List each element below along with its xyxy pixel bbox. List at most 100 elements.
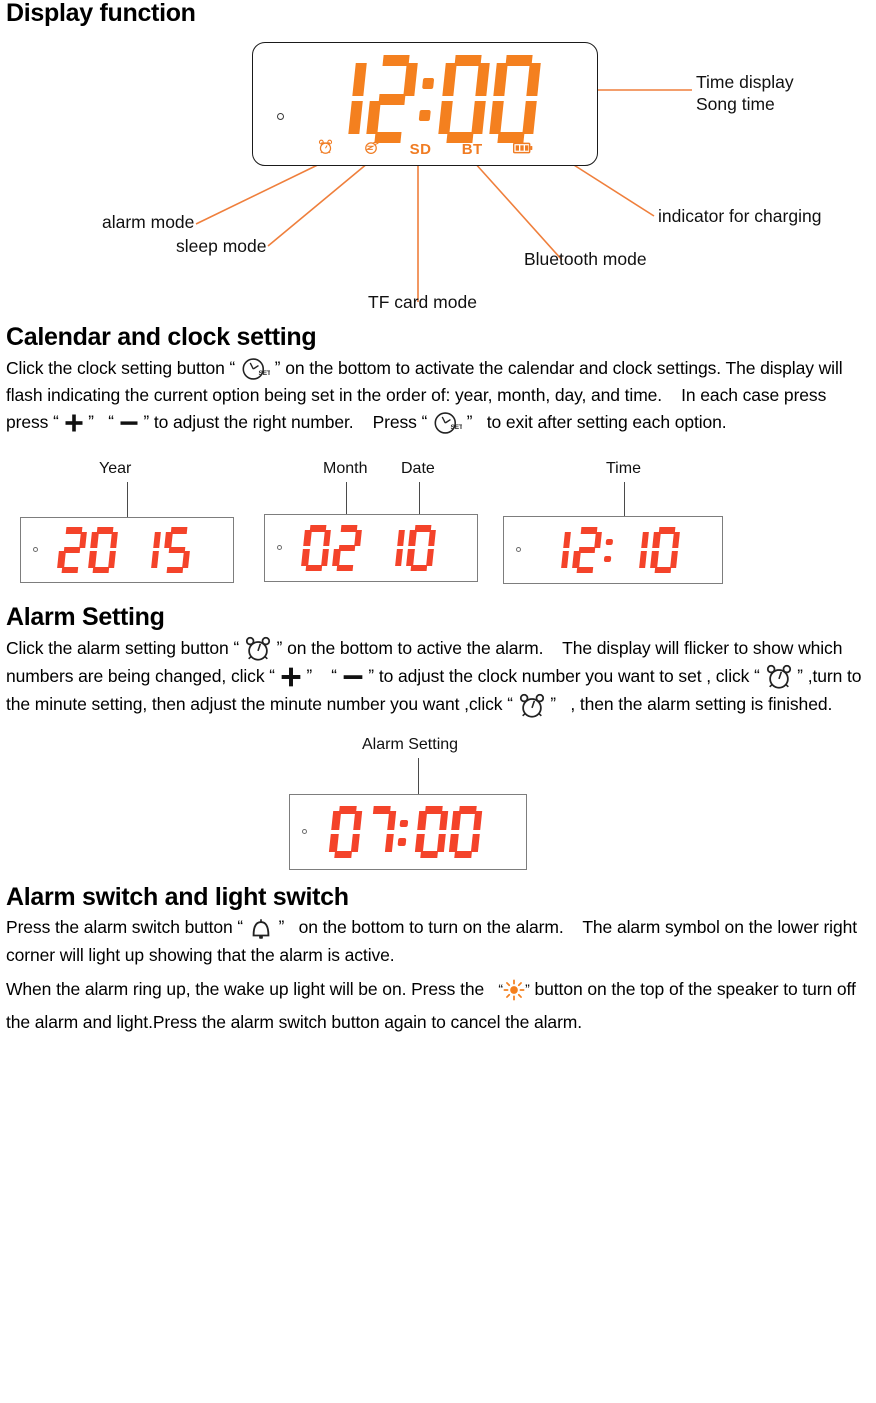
segment-d: [410, 564, 427, 572]
heading-display-function: Display function: [6, 0, 196, 27]
lcd-time-display: [319, 55, 544, 144]
quote-close-6: ”: [306, 666, 313, 686]
plus-icon-2: [280, 664, 302, 691]
seven-segment-digit: [130, 527, 161, 573]
caption-time: Time: [606, 460, 641, 478]
segment-f: [331, 811, 342, 830]
quote-open-2: “: [53, 411, 59, 431]
seven-segment-digit: [405, 525, 436, 572]
quote-close-2: ”: [88, 411, 94, 431]
as-text-4: to adjust the clock number you want to s…: [378, 666, 750, 687]
month-date-panel: [264, 514, 478, 583]
seven-segment-digit: [332, 525, 363, 572]
segment-g: [64, 547, 81, 554]
year-panel: [20, 517, 234, 584]
seven-segment-digit: [650, 527, 681, 574]
caption-date: Date: [401, 460, 435, 478]
lcd-status-indicators: SD BT: [318, 139, 533, 160]
callout-indicator-for-charging: indicator for charging: [658, 206, 822, 227]
quote-open-7: “: [331, 666, 337, 686]
segment-e: [438, 101, 453, 135]
segment-f: [450, 811, 461, 830]
heading-alarm-light-switch: Alarm switch and light switch: [6, 882, 349, 911]
segment-f: [493, 62, 508, 96]
segment-b: [403, 62, 418, 96]
calendar-panels-diagram: Year Month Date Time: [6, 454, 870, 604]
alarm-clock-icon-3: [518, 692, 546, 720]
caption-year: Year: [99, 460, 132, 478]
segment-c: [384, 833, 395, 852]
segment-f: [416, 811, 427, 830]
seven-segment-digit: [488, 55, 541, 144]
wake-light-paragraph: When the alarm ring up, the wake up ligh…: [6, 973, 870, 1039]
seven-segment-colon: [397, 806, 411, 858]
alarm-clock-icon-2: [765, 663, 793, 691]
bt-indicator: BT: [461, 141, 483, 159]
segment-g: [168, 547, 185, 554]
alarm-clock-icon: [244, 635, 272, 663]
segment-d: [419, 850, 438, 858]
segment-b: [438, 811, 448, 830]
segment-b: [352, 62, 367, 96]
quote-open-4: “: [421, 411, 428, 431]
cc-text-4: to adjust the right number.: [153, 411, 354, 432]
seven-segment-digit: [541, 527, 572, 573]
heading-alarm-setting: Alarm Setting: [6, 603, 165, 632]
seven-segment-digit: [329, 805, 363, 858]
quote-open-8: “: [754, 666, 760, 686]
time-digits: [541, 527, 683, 574]
svg-text:SET: SET: [450, 424, 462, 431]
seven-segment-digit: [619, 527, 650, 573]
callout-alarm-mode: alarm mode: [102, 212, 195, 233]
segment-d: [305, 564, 323, 572]
caption-month: Month: [323, 460, 368, 478]
segment-e: [448, 833, 458, 852]
quote-close-4: ”: [466, 411, 473, 431]
segment-c: [350, 833, 361, 852]
seven-segment-digit: [363, 805, 397, 858]
seven-segment-digit: [365, 55, 418, 144]
callout-sleep-mode: sleep mode: [176, 236, 267, 257]
als-text-1: Press the alarm switch button: [6, 917, 233, 938]
quote-open-5: “: [233, 637, 240, 657]
segment-b: [387, 811, 397, 830]
colon-dot: [399, 819, 409, 827]
seven-segment-digit: [437, 55, 490, 144]
segment-f: [442, 62, 457, 96]
seven-segment-digit: [448, 805, 482, 858]
quote-open-10: “: [237, 917, 244, 937]
tick-year: [127, 482, 129, 523]
main-lcd-panel: SD BT: [252, 42, 598, 167]
minus-icon-2: [342, 664, 364, 691]
segment-b: [353, 811, 363, 830]
segment-b: [472, 811, 482, 830]
display-function-diagram: SD BT Time display Song time indicator f…: [6, 34, 870, 324]
bell-icon: [248, 915, 274, 942]
year-digits: [57, 527, 195, 574]
seven-segment-time: [319, 55, 544, 144]
segment-c: [522, 101, 537, 135]
segment-c: [436, 833, 446, 852]
sleep-indicator-icon: [363, 140, 379, 160]
als-text-4: When the alarm ring up, the wake up ligh…: [6, 978, 485, 999]
heading-calendar-clock: Calendar and clock setting: [6, 323, 317, 352]
segment-g: [378, 93, 406, 105]
battery-indicator-icon: [512, 141, 533, 159]
seven-segment-colon: [416, 55, 437, 143]
seven-segment-digit: [572, 527, 603, 574]
alarm-setting-paragraph: Click the alarm setting button “ ” on th…: [6, 635, 870, 720]
seven-segment-digit: [301, 525, 332, 572]
callout-tf-card-mode: TF card mode: [368, 292, 477, 313]
alarm-switch-paragraph: Press the alarm switch button “ ” on the…: [6, 914, 870, 968]
cc-text-5: Press: [372, 411, 417, 432]
clock-set-icon-2: SET: [432, 410, 463, 437]
seven-segment-digit: [161, 527, 192, 574]
document-page: Display function SD BT Time display Song…: [0, 0, 876, 1042]
seven-segment-digit: [374, 525, 405, 571]
segment-b: [526, 62, 541, 96]
segment-c: [471, 101, 486, 135]
calendar-clock-paragraph: Click the clock setting button “ SET ” o…: [6, 355, 870, 437]
segment-d: [453, 850, 472, 858]
segment-c: [348, 101, 363, 135]
quote-open-9: “: [507, 694, 513, 714]
